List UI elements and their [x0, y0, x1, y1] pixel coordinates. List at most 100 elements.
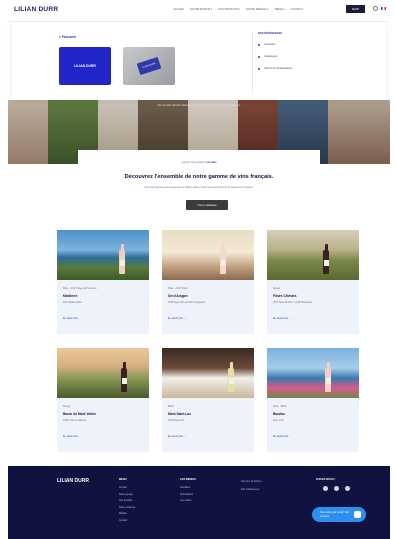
nav-item-accueil[interactable]: ACCUEIL: [173, 8, 184, 11]
product-image: [57, 230, 149, 280]
footer-link[interactable]: Publications: [180, 493, 196, 496]
product-card[interactable]: Rouge Baron du Mont Vallon AOP Côtes du …: [57, 348, 149, 452]
footer-dropdowns: Nos vins au Shop ▾ Nos catalogues ▾: [241, 480, 262, 495]
footer-menu-heading: MENU: [119, 478, 127, 481]
site-footer: LILIAN DURR MENU Accueil Notre groupe No…: [8, 466, 390, 539]
mail-icon: [354, 511, 361, 518]
top-navigation: LILIAN DURR ACCUEIL NOTRE MAISON ▾ NOS P…: [8, 0, 390, 22]
product-card[interactable]: Rosé · Blanc Bandau Pays d'Oc En savoir …: [267, 348, 359, 452]
product-image: [162, 348, 254, 398]
product-card[interactable]: Rouge Fleurs Célestes AOC Saint-Émilion …: [267, 230, 359, 334]
panel-link-catalogues[interactable]: Catalogues: [258, 55, 292, 58]
nav-item-produits[interactable]: NOS PRODUITS ▾: [218, 8, 240, 11]
footer-dropdown-catalogues[interactable]: Nos catalogues ▾: [241, 488, 262, 491]
product-description: AOP Pays d'Oc et AOP Languedoc: [168, 301, 206, 304]
footer-menu: MENU Accueil Notre groupe Nos produits N…: [119, 478, 135, 526]
panel-divider: [252, 32, 253, 92]
product-description: AOP Côtes du Rhône: [63, 419, 86, 422]
footer-logo[interactable]: LILIAN DURR: [57, 478, 89, 484]
brand-logo[interactable]: LILIAN DURR: [14, 6, 58, 13]
brand-card-secondary-label: LILIAN DURR: [142, 62, 156, 70]
product-category: Rosé · Blanc: [273, 405, 287, 408]
product-more-link[interactable]: En savoir plus →: [63, 435, 81, 438]
product-description: IGP Méditerranée: [63, 301, 82, 304]
product-card[interactable]: Rosé · AOP Côtes de Provence Méditerre I…: [57, 230, 149, 334]
product-image: [267, 230, 359, 280]
panel-links-heading: NOS RÉFÉRENCES: [258, 32, 283, 35]
panel-link-actualites[interactable]: Actualités: [258, 43, 292, 46]
brand-card-secondary[interactable]: LILIAN DURR: [123, 47, 175, 85]
product-description: Pays d'Oc: [273, 419, 284, 422]
page-title: Découvrez l'ensemble de notre gamme de v…: [124, 174, 274, 180]
bullet-icon: [258, 43, 260, 46]
footer-media-heading: LES MÉDIAS: [180, 478, 196, 481]
product-more-link[interactable]: En savoir plus →: [168, 435, 186, 438]
nav-item-media[interactable]: MÉDIA ▾: [275, 8, 285, 11]
footer-link[interactable]: Médias: [119, 512, 135, 515]
footer-social-heading: SUIVEZ-NOUS !: [316, 478, 336, 481]
breadcrumb-path[interactable]: Accueil / Nos produits /: [182, 161, 206, 164]
bullet-icon: [258, 55, 260, 58]
product-image: [57, 348, 149, 398]
search-icon[interactable]: [373, 6, 378, 11]
footer-link[interactable]: Contact: [119, 519, 135, 522]
catalogue-button[interactable]: Voir le catalogue: [186, 200, 228, 210]
language-flag-icon[interactable]: [381, 7, 386, 10]
product-image: [162, 230, 254, 280]
product-category: Rouge: [273, 287, 281, 290]
nav-item-maison[interactable]: NOTRE MAISON ▾: [190, 8, 212, 11]
product-card[interactable]: Rosé · AOP Côtes Sel d'Aragon AOP Pays d…: [162, 230, 254, 334]
product-category: Blanc: [168, 405, 174, 408]
brand-badge-icon: LILIAN DURR: [136, 56, 162, 76]
product-name: Sel d'Aragon: [168, 294, 188, 298]
instagram-icon[interactable]: [334, 486, 339, 491]
product-more-link[interactable]: En savoir plus →: [168, 317, 186, 320]
footer-link[interactable]: Notre présence: [119, 506, 135, 509]
product-image: [267, 348, 359, 398]
facebook-icon[interactable]: [323, 486, 328, 491]
panel-title: ● Parcourir: [59, 35, 76, 39]
product-card[interactable]: Blanc Mont Saint-Luc AOP Pays d'Oc En sa…: [162, 348, 254, 452]
bullet-icon: [258, 67, 260, 70]
footer-link[interactable]: Actualités: [180, 486, 196, 489]
product-description: AOP Pays d'Oc: [168, 419, 185, 422]
footer-link[interactable]: Accueil: [119, 486, 135, 489]
footer-link[interactable]: Nos produits: [119, 499, 135, 502]
social-links: [323, 486, 350, 491]
breadcrumb-current: Les Vins: [206, 161, 217, 164]
product-category: Rouge: [63, 405, 71, 408]
breadcrumb: Accueil / Nos produits / Les Vins: [78, 161, 320, 164]
intro-section: Accueil / Nos produits / Les Vins Découv…: [78, 150, 320, 222]
product-name: Bandau: [273, 412, 285, 416]
contact-button[interactable]: Nous écrire par email / Nos contacts: [312, 507, 366, 522]
contact-button-label: Nous écrire par email / Nos contacts: [320, 511, 349, 518]
footer-link[interactable]: Notre groupe: [119, 493, 135, 496]
product-more-link[interactable]: En savoir plus →: [63, 317, 81, 320]
nav-item-contact[interactable]: CONTACT: [291, 8, 303, 11]
hero-caption: Nos terroirs viticoles sélectionnés et c…: [157, 104, 241, 107]
brand-card-primary[interactable]: LILIAN DURR: [59, 47, 111, 85]
footer-dropdown-shop[interactable]: Nos vins au Shop ▾: [241, 480, 262, 483]
linkedin-icon[interactable]: [345, 486, 350, 491]
product-more-link[interactable]: En savoir plus →: [273, 435, 291, 438]
footer-link[interactable]: Les vidéos: [180, 499, 196, 502]
product-category: Rosé · AOP Côtes de Provence: [63, 287, 97, 290]
shop-button[interactable]: SHOP: [346, 5, 365, 13]
product-description: AOC Saint-Émilion et AOP Bordeaux: [273, 301, 313, 304]
panel-link-salons[interactable]: Salons et manifestations: [258, 67, 292, 70]
product-name: Méditerre: [63, 294, 78, 298]
brand-card-primary-label: LILIAN DURR: [74, 64, 96, 68]
footer-media: LES MÉDIAS Actualités Publications Les v…: [180, 478, 196, 506]
product-name: Baron du Mont Vallon: [63, 412, 96, 416]
panel-links: NOS RÉFÉRENCES Actualités Catalogues Sal…: [258, 32, 292, 79]
product-more-link[interactable]: En savoir plus →: [273, 317, 291, 320]
product-name: Mont Saint-Luc: [168, 412, 192, 416]
nav-item-reseau[interactable]: NOTRE RÉSEAU ▾: [246, 8, 269, 11]
product-name: Fleurs Célestes: [273, 294, 297, 298]
footer-social: SUIVEZ-NOUS !: [316, 478, 335, 486]
product-category: Rosé · AOP Côtes: [168, 287, 188, 290]
intro-text: Notre fine gamme pour la sélection et dé…: [144, 186, 254, 189]
main-nav: ACCUEIL NOTRE MAISON ▾ NOS PRODUITS ▾ NO…: [173, 8, 303, 11]
mega-menu-panel: ● Parcourir LILIAN DURR LILIAN DURR NOS …: [12, 22, 386, 100]
page: LILIAN DURR ACCUEIL NOTRE MAISON ▾ NOS P…: [8, 0, 390, 539]
